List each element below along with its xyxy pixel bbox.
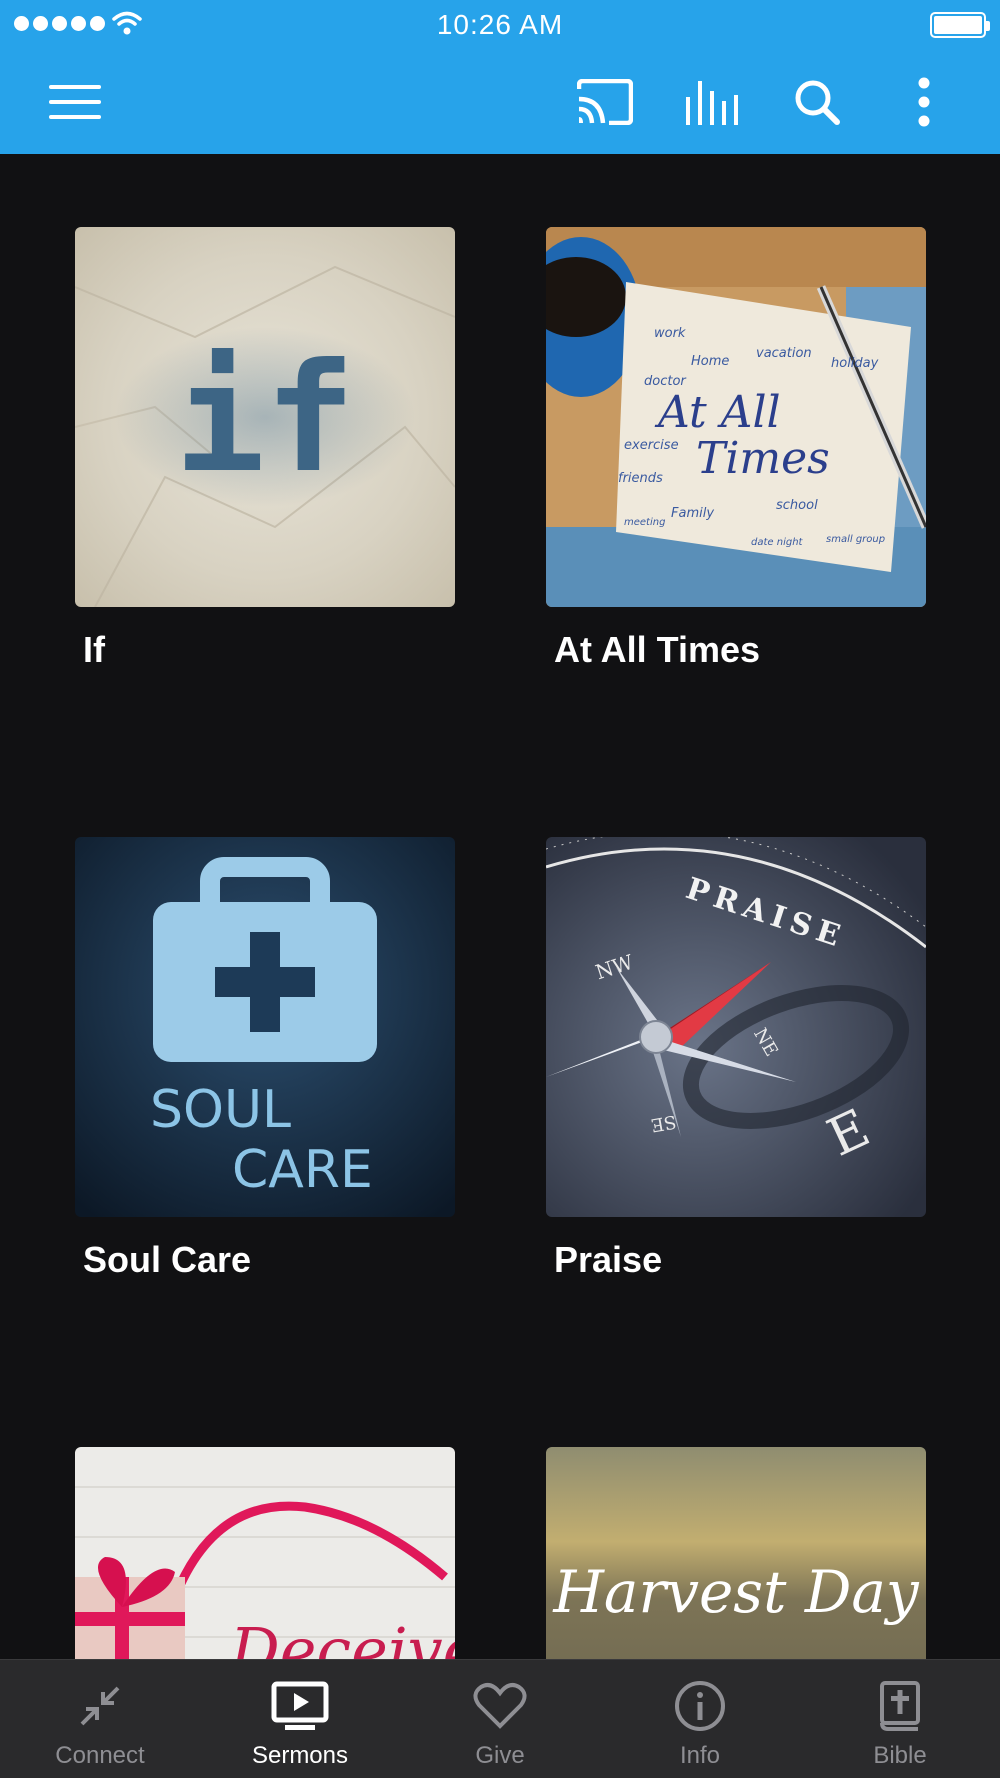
search-icon[interactable]: [787, 72, 847, 132]
sermon-artwork: SOUL CARE: [75, 837, 455, 1217]
tab-bar: Connect Sermons Give Info Bible: [0, 1659, 1000, 1778]
art-word: date night: [751, 537, 804, 548]
cast-icon[interactable]: [575, 72, 635, 132]
compass-label: SE: [649, 1110, 678, 1135]
sermon-artwork: Deceive: [75, 1447, 455, 1659]
sermon-title: Soul Care: [83, 1239, 252, 1280]
tab-connect[interactable]: Connect: [0, 1660, 200, 1778]
sermon-card-soul-care[interactable]: SOUL CARE Soul Care: [75, 837, 455, 1280]
art-word: Family: [671, 506, 714, 521]
battery-icon: [930, 12, 990, 38]
more-vertical-icon[interactable]: [894, 72, 954, 132]
tab-bible[interactable]: Bible: [800, 1660, 1000, 1778]
sermon-card-deceive[interactable]: Deceive: [75, 1447, 455, 1659]
if-art-text: if: [175, 332, 356, 506]
art-word: school: [776, 498, 818, 513]
menu-icon[interactable]: [45, 72, 105, 132]
art-title: Deceive: [229, 1614, 455, 1659]
sermon-card-at-all-times[interactable]: work Home vacation doctor holiday exerci…: [546, 227, 926, 670]
sermon-artwork: PRAISE NW NE SE E: [546, 837, 926, 1217]
tab-info[interactable]: Info: [600, 1660, 800, 1778]
art-word: holiday: [831, 356, 879, 371]
tab-label: Connect: [55, 1742, 145, 1769]
art-word: meeting: [624, 517, 665, 528]
sermon-artwork: work Home vacation doctor holiday exerci…: [546, 227, 926, 607]
sermon-title: At All Times: [554, 629, 761, 670]
sermon-title: If: [83, 629, 105, 670]
art-title-line: CARE: [232, 1140, 373, 1200]
tab-sermons[interactable]: Sermons: [200, 1660, 400, 1778]
art-title: Harvest Day: [552, 1558, 920, 1626]
status-bar: 10:26 AM: [0, 0, 1000, 50]
heart-icon: [473, 1678, 527, 1734]
art-title-line: SOUL: [150, 1080, 291, 1140]
sermon-grid: if If work Home vacation doctor holiday …: [0, 154, 1000, 1659]
art-word: work: [654, 326, 686, 341]
status-time: 10:26 AM: [436, 9, 564, 40]
sermon-card-if[interactable]: if If: [75, 227, 455, 670]
art-word: friends: [618, 471, 663, 486]
tab-label: Give: [475, 1742, 525, 1769]
app-bar: [0, 50, 1000, 154]
sermon-card-harvest-day[interactable]: Harvest Day: [546, 1447, 926, 1659]
sermon-artwork: if: [75, 227, 455, 607]
sermon-title: Praise: [554, 1239, 663, 1280]
art-word: exercise: [624, 438, 679, 453]
tab-label: Info: [679, 1742, 721, 1769]
art-title-line: At All: [654, 387, 781, 438]
tab-give[interactable]: Give: [400, 1660, 600, 1778]
art-word: Home: [691, 354, 729, 369]
connect-icon: [76, 1678, 124, 1734]
art-word: vacation: [756, 346, 812, 361]
equalizer-icon[interactable]: [681, 72, 741, 132]
bible-icon: [878, 1678, 922, 1734]
tab-label: Bible: [873, 1742, 927, 1769]
sermon-artwork: Harvest Day: [546, 1447, 926, 1659]
sermons-play-icon: [271, 1678, 329, 1734]
sermon-card-praise[interactable]: PRAISE NW NE SE E Praise: [546, 837, 926, 1280]
info-icon: [674, 1678, 726, 1734]
art-word: small group: [826, 534, 885, 545]
art-title-line: Times: [696, 433, 830, 484]
tab-label: Sermons: [251, 1742, 349, 1769]
